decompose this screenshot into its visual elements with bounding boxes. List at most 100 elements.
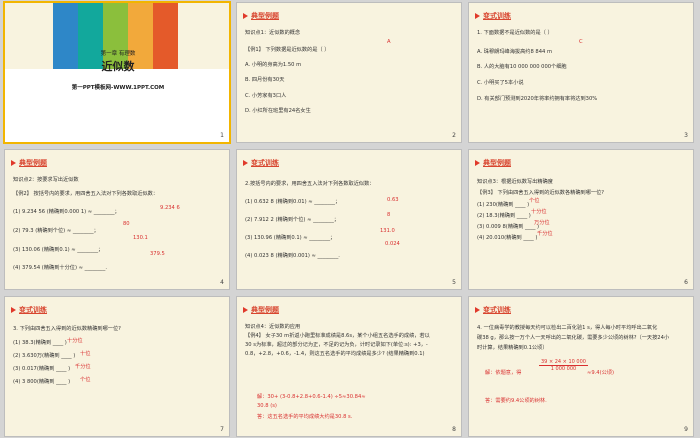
- text-line: (3) 0.017(精确到 ____ ): [13, 366, 71, 372]
- text-line: 时计算，结果精确到0.1公顷）: [477, 345, 548, 351]
- text-line: 3. 下列由四舍五入得到的近似数精确到哪一位?: [13, 326, 121, 332]
- text-line: (4) 0.023 8 (精确到0.001) ≈ ________.: [245, 253, 340, 259]
- answer-text: 9.234 6: [160, 205, 180, 211]
- text-line: 【例3】 下列由四舍五入得到的近似数各精确到哪一位?: [477, 190, 605, 196]
- text-line: (3) 130.06 (精确到0.1) ≈ ________；: [13, 247, 104, 253]
- slide-header: 变式训练: [475, 304, 511, 316]
- answer-text: 130.1: [133, 235, 148, 241]
- triangle-icon: [475, 307, 480, 313]
- triangle-icon: [243, 13, 248, 19]
- text-line: (2) 7.912 2 (精确到个位) ≈ ________；: [245, 217, 340, 223]
- slide-8[interactable]: 典型例题 知识点4：近似数的应用 【例4】 女子30 m折返小跑里标准成绩是8.…: [236, 296, 462, 437]
- slide-1[interactable]: 第一章 有理数 近似数 第一PPT模板网-WWW.1PPT.COM 1: [3, 1, 231, 144]
- slide-6[interactable]: 典型例题 知识点3：根据近似数写出精确度 【例3】 下列由四舍五入得到的近似数各…: [468, 149, 694, 290]
- text-line: (3) 130.96 (精确到0.1) ≈ ________；: [245, 235, 336, 241]
- triangle-icon: [243, 160, 248, 166]
- text-line: 碳38 g，那么按一万个人一天呼出的二氧化碳，需要多少公顷的树林?（一天按24小: [477, 335, 670, 341]
- text-line: 0.8，+2.8，+0.6，-1.4，则这五名选手的平均成绩是多少? (结果精确…: [245, 351, 425, 357]
- answer-text: 十位: [80, 351, 91, 357]
- text-line: 知识点2：按要求写出近似数: [13, 177, 79, 183]
- triangle-icon: [243, 307, 248, 313]
- text-line: 30 s为标准，超过的部分记为正，不足的记为负，计时记录如下(单位:s): +3…: [245, 342, 428, 348]
- triangle-icon: [475, 13, 480, 19]
- answer-text: 千分位: [75, 364, 91, 370]
- answer-text: 8: [387, 212, 391, 218]
- slide-4[interactable]: 典型例题 知识点2：按要求写出近似数 【例2】 按括号内的要求，用四舍五入法对下…: [4, 149, 230, 290]
- triangle-icon: [475, 160, 480, 166]
- text-line: (4) 20.010(精确到 ____ ): [477, 235, 538, 241]
- solution-line: 答：需要约9.4公顷的树林.: [485, 398, 547, 404]
- triangle-icon: [11, 307, 16, 313]
- answer-text: 0.63: [387, 197, 399, 203]
- slide-2[interactable]: 典型例题 知识点1：近似数的概念 【例1】 下列数据是近似数的是（ ） A A.…: [236, 2, 462, 143]
- slide-number: 9: [684, 426, 688, 433]
- slide-header: 典型例题: [11, 157, 47, 169]
- fraction-result: ≈9.4(公顷): [587, 370, 615, 376]
- text-line: 【例2】 按括号内的要求，用四舍五入法对下列各数取近似数：: [13, 191, 159, 197]
- answer-text: 千分位: [537, 231, 553, 237]
- slide-number: 5: [452, 279, 456, 286]
- logo-text: 第一PPT模板网-WWW.1PPT.COM: [71, 85, 165, 91]
- slide-number: 8: [452, 426, 456, 433]
- text-line: D. 有关部门预测到2020年将率约拥有率将达到30%: [477, 96, 598, 102]
- text-line: 4. 一位病毒学的教授每天约可以检出二百化验1 s，得人每小时平均呼出二氧化: [477, 325, 658, 331]
- text-line: (3) 0.009 8(精确到 ____ ): [477, 224, 540, 230]
- text-line: C. 小芳家有3口人: [245, 93, 287, 99]
- slide-header: 典型例题: [243, 304, 279, 316]
- text-line: 【例1】 下列数据是近似数的是（ ）: [245, 47, 330, 53]
- slide-number: 2: [452, 132, 456, 139]
- slide-number: 4: [220, 279, 224, 286]
- answer-text: 十分位: [531, 209, 547, 215]
- answer-text: C: [579, 39, 583, 45]
- text-line: 1. 下面数据不是近似数的是（ ）: [477, 30, 553, 36]
- text-line: (1) 230(精确到 ____ ): [477, 202, 530, 208]
- text-line: D. 小红所在班里有24名女生: [245, 108, 311, 114]
- text-line: 【例4】 女子30 m折返小跑里标准成绩是8.6s，某个小组五名选手的成绩，若以: [245, 333, 430, 339]
- chapter-label: 第一章 有理数: [100, 51, 136, 57]
- triangle-icon: [11, 160, 16, 166]
- slide-9[interactable]: 变式训练 4. 一位病毒学的教授每天约可以检出二百化验1 s，得人每小时平均呼出…: [468, 296, 694, 437]
- slide-title: 近似数: [101, 60, 135, 73]
- answer-text: 个位: [80, 377, 91, 383]
- solution-line: 30.8 (s): [257, 403, 277, 409]
- slide-7[interactable]: 变式训练 3. 下列由四舍五入得到的近似数精确到哪一位? (1) 38.3(精确…: [4, 296, 230, 437]
- fraction-numerator: 39 × 24 × 10 000: [539, 359, 588, 366]
- text-line: 知识点4：近似数的应用: [245, 324, 301, 330]
- text-line: (4) 3 800(精确到 ____ ): [13, 379, 71, 385]
- slide-number: 7: [220, 426, 224, 433]
- title-area: [5, 69, 229, 142]
- slide-3[interactable]: 变式训练 1. 下面数据不是近似数的是（ ） C A. 珠穆朗玛峰海拔高约8 8…: [468, 2, 694, 143]
- text-line: (2) 3.630万(精确到 ____ ): [13, 353, 76, 359]
- answer-text: 万分位: [534, 220, 550, 226]
- solution-line: 答：这五名选手的平均成绩大约是30.8 s.: [257, 414, 353, 420]
- text-line: (2) 79.3 (精确到个位) ≈ ________；: [13, 228, 99, 234]
- text-line: A. 珠穆朗玛峰海拔高约8 844 m: [477, 49, 552, 55]
- slide-header: 变式训练: [243, 157, 279, 169]
- slide-number: 6: [684, 279, 688, 286]
- text-line: (1) 0.632 8 (精确到0.01) ≈ ________；: [245, 199, 341, 205]
- text-line: A. 小明的身高为1.50 m: [245, 62, 302, 68]
- text-line: 知识点3：根据近似数写出精确度: [477, 179, 553, 185]
- slide-number: 1: [220, 132, 224, 139]
- answer-text: 131.0: [380, 228, 395, 234]
- answer-text: 80: [123, 221, 130, 227]
- answer-text: A: [387, 39, 391, 45]
- text-line: (2) 18.3(精确到 ____ ): [477, 213, 531, 219]
- solution-line: 解：依题意，得: [485, 370, 522, 376]
- slide-header: 变式训练: [11, 304, 47, 316]
- slide-header: 典型例题: [243, 10, 279, 22]
- answer-text: 十分位: [67, 338, 83, 344]
- answer-text: 个位: [529, 198, 540, 204]
- text-line: B. 人的大脑有10 000 000 000个细胞: [477, 64, 567, 70]
- slide-header: 典型例题: [475, 157, 511, 169]
- text-line: 2.按括号内的要求，用四舍五入法对下列各数取近似数：: [245, 181, 375, 187]
- fraction: 39 × 24 × 10 000 1 000 000: [539, 359, 588, 372]
- slide-number: 3: [684, 132, 688, 139]
- text-line: 知识点1：近似数的概念: [245, 30, 301, 36]
- text-line: (4) 379.54 (精确到十分位) ≈ ________.: [13, 265, 108, 271]
- answer-text: 0.024: [385, 241, 400, 247]
- text-line: (1) 9.234 56 (精确到0.000 1) ≈ ________；: [13, 209, 120, 215]
- text-line: (1) 38.3(精确到 ____ ): [13, 340, 67, 346]
- solution-line: 解：30+ (3-0.8+2.8+0.6-1.4) ÷5≈30.84≈: [257, 394, 366, 400]
- slide-5[interactable]: 变式训练 2.按括号内的要求，用四舍五入法对下列各数取近似数： (1) 0.63…: [236, 149, 462, 290]
